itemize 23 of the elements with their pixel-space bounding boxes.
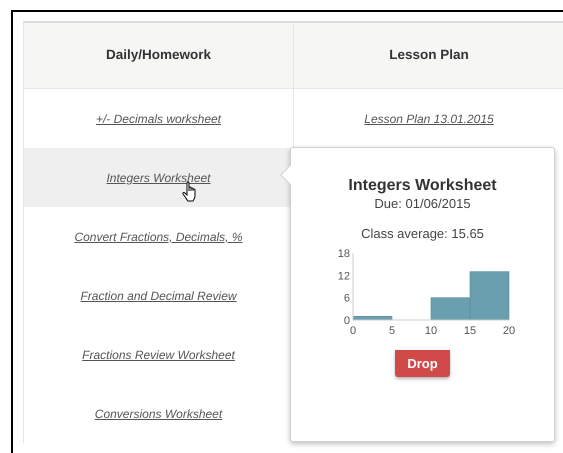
class-average: Class average: 15.65 [361,226,484,242]
y-tick-label: 12 [337,270,350,282]
y-tick-label: 6 [343,292,350,305]
x-tick-label: 15 [463,325,476,337]
worksheet-link[interactable]: +/- Decimals worksheet [96,110,222,128]
worksheet-link[interactable]: Integers Worksheet [106,168,211,186]
worksheet-link[interactable]: Fraction and Decimal Review [80,286,237,304]
popover-title: Integers Worksheet [348,176,497,196]
x-tick-label: 0 [349,325,356,337]
drop-button[interactable]: Drop [395,350,450,377]
lesson-plan-link[interactable]: Lesson Plan 13.01.2015 [364,110,494,128]
x-tick-label: 10 [424,325,437,337]
due-date: Due: 01/06/2015 [374,196,471,212]
x-tick-label: 5 [388,325,395,337]
worksheet-link[interactable]: Convert Fractions, Decimals, % [74,228,243,246]
x-tick-label: 20 [502,325,515,337]
column-header: Lesson Plan [389,46,469,64]
y-tick-label: 0 [343,315,350,327]
y-tick-label: 18 [337,248,350,260]
worksheet-link[interactable]: Fractions Review Worksheet [82,346,235,364]
histogram-bar [352,316,392,320]
column-header: Daily/Homework [106,46,212,64]
worksheet-link[interactable]: Conversions Worksheet [94,404,222,422]
